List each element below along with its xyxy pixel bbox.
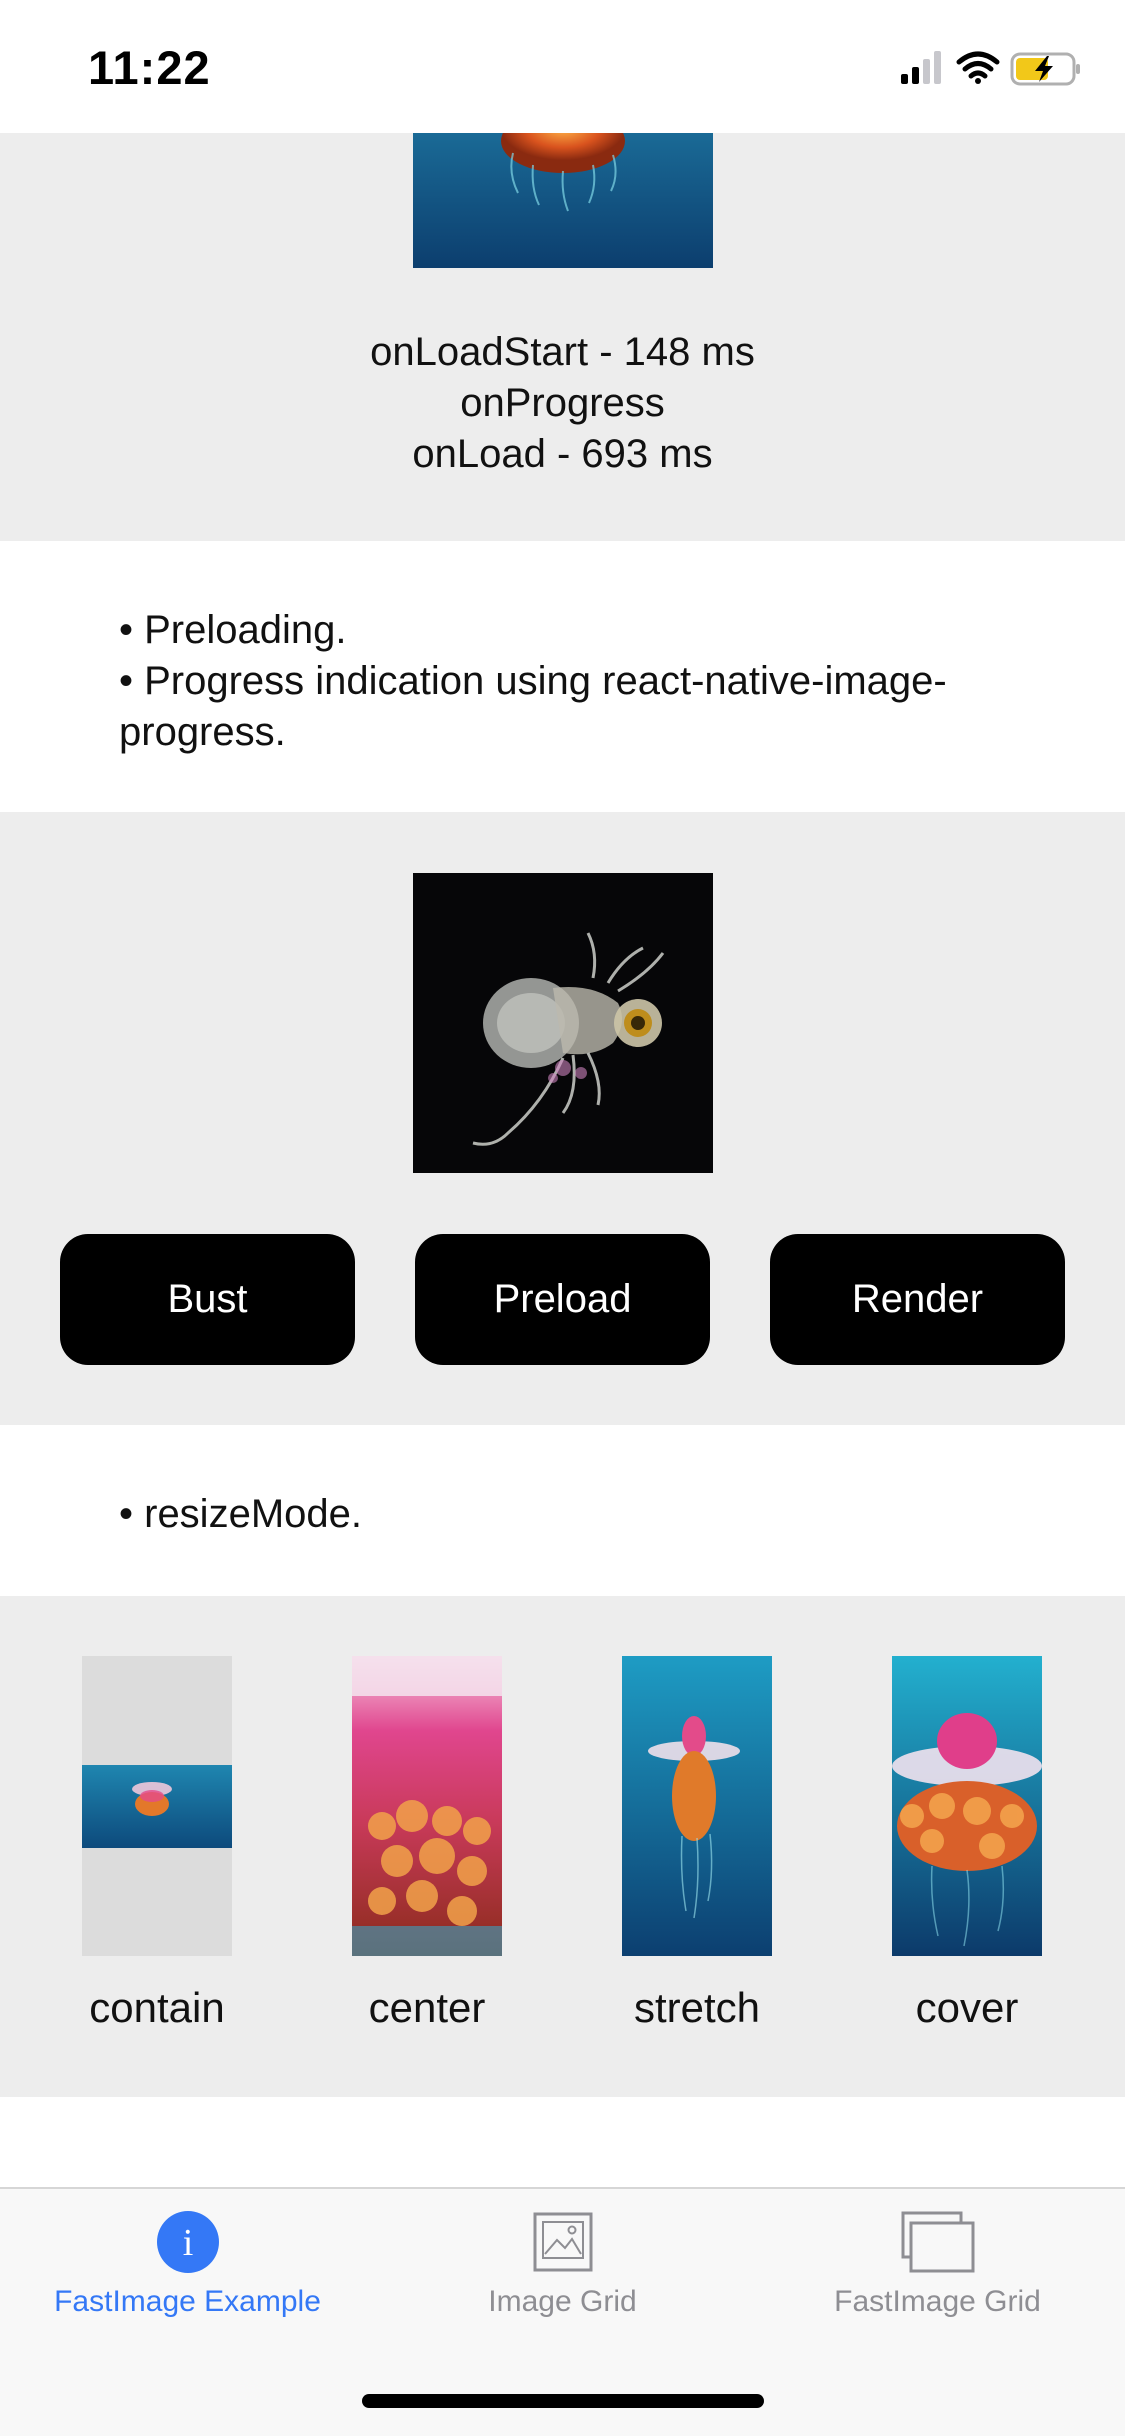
resize-mode-title: • resizeMode. <box>119 1492 362 1536</box>
timing-log: onLoadStart - 148 ms onProgress onLoad -… <box>0 327 1125 480</box>
info-icon: i <box>156 2211 219 2273</box>
status-time: 11:22 <box>88 41 211 94</box>
render-button[interactable]: Render <box>770 1234 1065 1365</box>
resize-mode-label: cover <box>915 1984 1019 2031</box>
resize-mode-cover: cover <box>832 1656 1102 2032</box>
tab-label: FastImage Example <box>54 2285 321 2318</box>
feature-item: • Progress indication using react-native… <box>119 659 947 754</box>
stacked-images-icon <box>901 2211 974 2273</box>
jellyfish-image <box>413 133 713 268</box>
resize-mode-contain: contain <box>22 1656 292 2032</box>
resize-mode-center: center <box>292 1656 562 2032</box>
preload-button[interactable]: Preload <box>415 1234 710 1365</box>
timing-line: onLoadStart - 148 ms <box>370 330 755 374</box>
preload-section: Bust Preload Render <box>0 812 1125 1425</box>
timing-section: onLoadStart - 148 ms onProgress onLoad -… <box>0 133 1125 541</box>
resize-mode-label: center <box>368 1984 486 2031</box>
wifi-icon <box>956 51 1000 84</box>
jellyfish-center-image <box>352 1656 502 1956</box>
svg-text:i: i <box>182 2222 193 2264</box>
battery-charging-icon <box>1010 52 1080 86</box>
jellyfish-stretch-image <box>622 1656 772 1956</box>
tab-image-grid[interactable]: Image Grid <box>375 2209 750 2319</box>
status-bar: 11:22 <box>0 0 1125 133</box>
features-list: • Preloading. • Progress indication usin… <box>119 605 979 758</box>
status-icons <box>901 51 1080 86</box>
jellyfish-cover-image <box>892 1656 1042 1956</box>
tab-fastimage-example[interactable]: i FastImage Example <box>0 2209 375 2319</box>
tab-fastimage-grid[interactable]: FastImage Grid <box>750 2209 1125 2319</box>
plankton-image <box>413 873 713 1173</box>
jellyfish-contain-image <box>82 1656 232 1956</box>
timing-line: onProgress <box>460 381 665 425</box>
home-indicator[interactable] <box>362 2394 764 2408</box>
resize-mode-stretch: stretch <box>562 1656 832 2032</box>
tab-label: Image Grid <box>488 2285 637 2318</box>
image-icon <box>533 2212 592 2272</box>
resize-mode-label: contain <box>89 1984 225 2031</box>
screen: 11:22 onLoadStart - 148 ms onProgress on… <box>0 0 1125 2436</box>
resize-mode-label: stretch <box>633 1984 761 2031</box>
bust-button[interactable]: Bust <box>60 1234 355 1365</box>
timing-line: onLoad - 693 ms <box>412 432 713 476</box>
feature-item: • Preloading. <box>119 608 347 652</box>
resize-modes-section: contain center stretch cover <box>0 1596 1125 2097</box>
cellular-signal-icon <box>901 51 941 84</box>
features-section: • Preloading. • Progress indication usin… <box>0 541 1125 812</box>
resize-mode-title-section: • resizeMode. <box>0 1425 1125 1596</box>
tab-label: FastImage Grid <box>834 2285 1041 2318</box>
